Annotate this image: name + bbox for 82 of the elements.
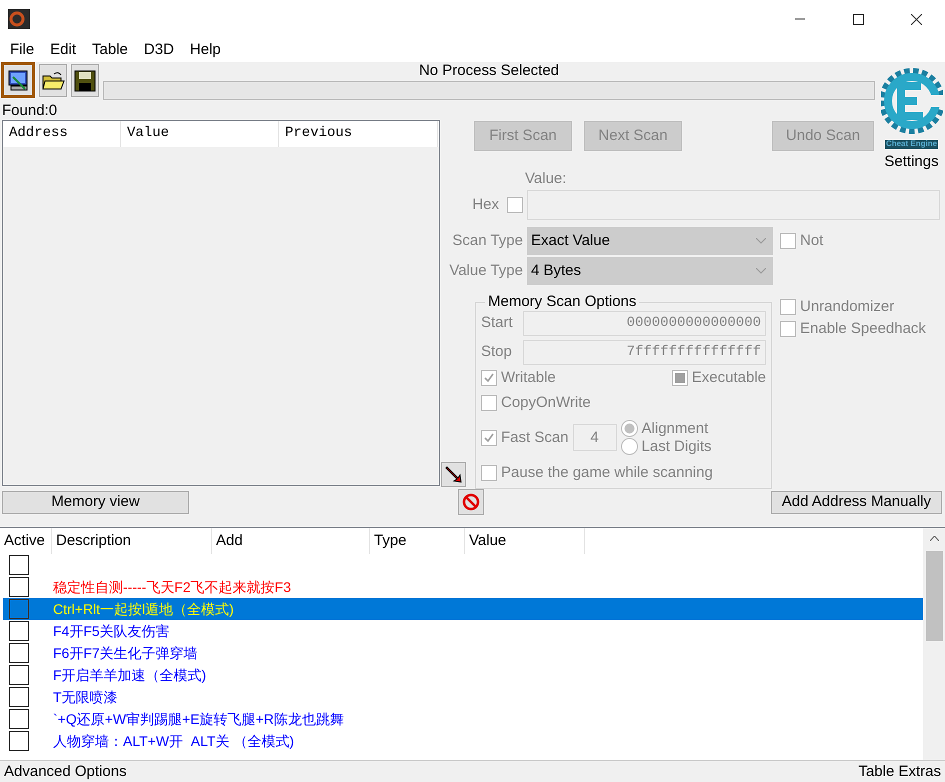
checkbox-label: Executable bbox=[692, 368, 766, 386]
column-header: Previous bbox=[279, 121, 438, 147]
cheat-row[interactable]: `+Q还原+W审判踢腿+E旋转飞腿+R陈龙也跳舞 bbox=[3, 708, 923, 730]
checkbox-label: CopyOnWrite bbox=[501, 394, 591, 412]
radio-label: Alignment bbox=[642, 420, 708, 438]
menu-item[interactable]: D3D bbox=[136, 40, 182, 60]
cheat-description: `+Q还原+W审判踢腿+E旋转飞腿+R陈龙也跳舞 bbox=[53, 710, 344, 728]
checkbox-label: Unrandomizer bbox=[800, 298, 894, 316]
checkbox-label: Pause the game while scanning bbox=[501, 464, 713, 482]
cheat-row[interactable]: F6开F7关生化子弹穿墙 bbox=[3, 642, 923, 664]
menu-item[interactable]: Table bbox=[84, 40, 136, 60]
column-header: Description bbox=[52, 528, 212, 554]
active-checkbox[interactable] bbox=[9, 731, 29, 751]
toolbar-button[interactable] bbox=[39, 64, 67, 97]
column-header: Type bbox=[370, 528, 465, 554]
prohibition-icon bbox=[462, 493, 480, 511]
cheat-description: F4开F5关队友伤害 bbox=[53, 622, 170, 640]
field-label: Scan Type bbox=[451, 232, 523, 250]
cheat-description: F6开F7关生化子弹穿墙 bbox=[53, 644, 198, 662]
field-label: Value Type bbox=[448, 262, 523, 280]
cheat-row[interactable]: F4开F5关队友伤害 bbox=[3, 620, 923, 642]
cheat-description: 稳定性自测-----飞天F2飞不起来就按F3 bbox=[53, 578, 291, 596]
active-checkbox[interactable] bbox=[9, 687, 29, 707]
scrollbar[interactable] bbox=[923, 528, 945, 760]
menu-item[interactable]: File bbox=[2, 40, 42, 60]
memory-view-button[interactable]: Memory view bbox=[2, 490, 189, 514]
column-header: Address bbox=[3, 121, 121, 147]
logo-text: Cheat Engine bbox=[884, 140, 938, 149]
cheat-description: T无限喷漆 bbox=[53, 688, 118, 706]
computer-icon bbox=[6, 69, 30, 91]
active-checkbox[interactable] bbox=[9, 621, 29, 641]
toolbar-button[interactable] bbox=[71, 64, 99, 97]
cheat-row[interactable]: T无限喷漆 bbox=[3, 686, 923, 708]
cheat-description: Ctrl+Rlt一起按l遁地（全模式) bbox=[53, 600, 234, 618]
active-checkbox[interactable] bbox=[9, 643, 29, 663]
add-address-button[interactable]: Add Address Manually bbox=[770, 490, 942, 514]
cheat-row[interactable]: 稳定性自测-----飞天F2飞不起来就按F3 bbox=[3, 576, 923, 598]
partial-square-icon bbox=[674, 372, 685, 382]
active-checkbox[interactable] bbox=[9, 665, 29, 685]
caret-icon bbox=[756, 268, 766, 274]
active-checkbox[interactable] bbox=[9, 577, 29, 597]
cheat-row[interactable]: 人物穿墙：ALT+W开 ALT关 （全模式) bbox=[3, 730, 923, 752]
close-icon bbox=[910, 14, 922, 24]
arrow-icon bbox=[444, 465, 462, 483]
found-count: Found:0 bbox=[1, 102, 58, 120]
cheat-description: F开启羊羊加速（全模式) bbox=[53, 666, 206, 684]
field-label: Value: bbox=[525, 172, 568, 186]
checkbox-label: Fast Scan bbox=[501, 428, 569, 446]
process-label: No Process Selected bbox=[418, 62, 560, 80]
active-checkbox[interactable] bbox=[9, 599, 29, 619]
column-header: Value bbox=[121, 121, 279, 147]
column-header: Active bbox=[0, 528, 52, 554]
checkmark-icon bbox=[483, 432, 495, 444]
checkbox-label: Hex bbox=[472, 196, 499, 214]
group-title: Memory Scan Options bbox=[487, 294, 638, 310]
scrollbar-thumb[interactable] bbox=[926, 551, 942, 641]
stop-button[interactable] bbox=[458, 489, 484, 515]
menu-item[interactable]: Edit bbox=[42, 40, 84, 60]
column-header: Value bbox=[465, 528, 585, 554]
field-label: Stop bbox=[481, 343, 513, 361]
folder-icon bbox=[42, 70, 64, 92]
checkbox-label: Writable bbox=[501, 368, 556, 386]
radio-dot-icon bbox=[624, 423, 635, 434]
radio-label: Last Digits bbox=[642, 438, 712, 456]
advanced-options-button[interactable]: Advanced Options bbox=[4, 762, 127, 780]
field-label: Start bbox=[481, 314, 514, 332]
maximize-icon bbox=[852, 14, 864, 24]
toolbar-button[interactable] bbox=[1, 62, 35, 98]
cheat-row[interactable]: F开启羊羊加速（全模式) bbox=[3, 664, 923, 686]
checkmark-icon bbox=[483, 372, 495, 384]
cheat-description: 人物穿墙：ALT+W开 ALT关 （全模式) bbox=[53, 732, 294, 750]
settings-button[interactable]: Settings bbox=[884, 152, 939, 171]
column-header: Add bbox=[212, 528, 370, 554]
cheat-row[interactable]: Ctrl+Rlt一起按l遁地（全模式) bbox=[3, 598, 923, 620]
checkbox-label: Enable Speedhack bbox=[800, 320, 926, 338]
checkbox-label: Not bbox=[800, 232, 824, 250]
caret-icon bbox=[756, 238, 766, 244]
app-icon bbox=[8, 9, 30, 29]
table-extras-button[interactable]: Table Extras bbox=[858, 762, 941, 780]
active-checkbox[interactable] bbox=[9, 709, 29, 729]
active-checkbox[interactable] bbox=[9, 555, 29, 575]
menu-item[interactable]: Help bbox=[182, 40, 229, 60]
